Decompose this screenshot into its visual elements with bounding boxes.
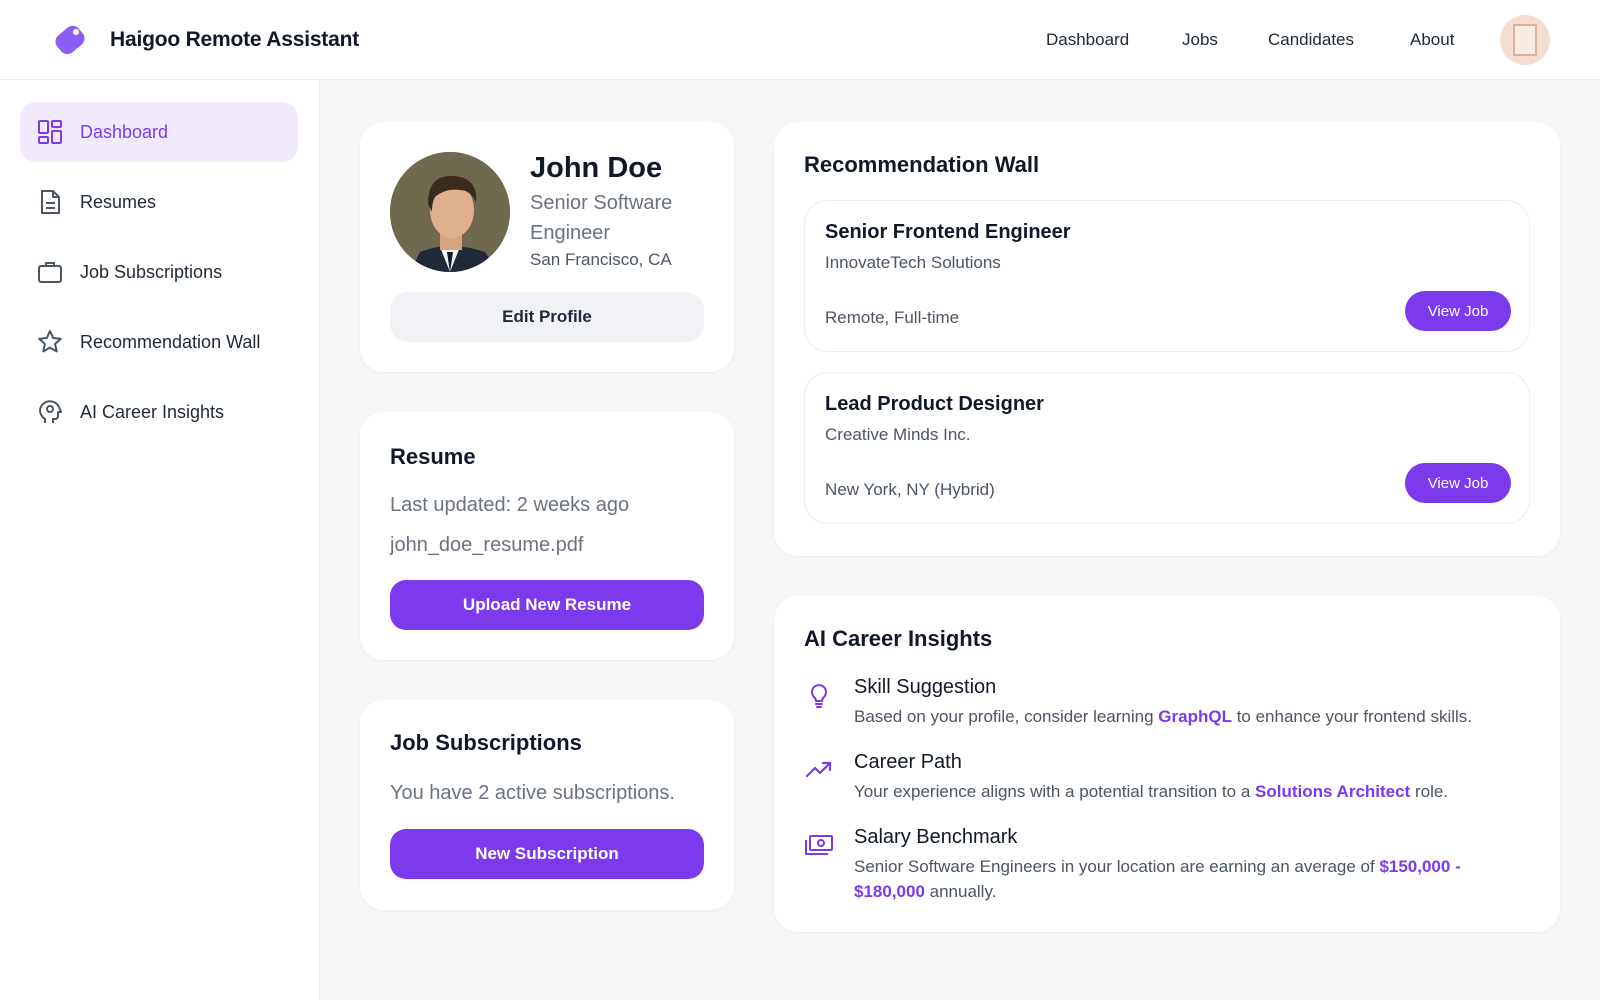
user-avatar[interactable] [1500, 15, 1550, 65]
profile-card: John Doe Senior Software Engineer San Fr… [360, 122, 734, 372]
sidebar-item-dashboard[interactable]: Dashboard [20, 102, 298, 162]
star-icon [38, 330, 62, 353]
insight-highlight: Solutions Architect [1255, 782, 1411, 801]
job-card[interactable]: Senior Frontend Engineer InnovateTech So… [804, 200, 1530, 352]
subscriptions-heading: Job Subscriptions [390, 730, 582, 755]
edit-profile-button[interactable]: Edit Profile [390, 292, 704, 342]
resume-last-updated: Last updated: 2 weeks ago [390, 494, 630, 516]
sidebar-item-recommendation-wall[interactable]: Recommendation Wall [20, 312, 298, 372]
sidebar-item-resumes[interactable]: Resumes [20, 172, 298, 232]
head-gear-icon [39, 400, 62, 423]
insight-highlight: GraphQL [1158, 707, 1232, 726]
view-job-button[interactable]: View Job [1405, 291, 1511, 331]
insight-title: Salary Benchmark [854, 826, 1018, 848]
job-title: Lead Product Designer [825, 393, 1044, 415]
resume-heading: Resume [390, 444, 476, 469]
dashboard-icon [38, 120, 62, 144]
new-subscription-button[interactable]: New Subscription [390, 829, 704, 879]
job-subscriptions-card: Job Subscriptions You have 2 active subs… [360, 700, 734, 910]
subscriptions-status: You have 2 active subscriptions. [390, 782, 675, 804]
tag-logo-icon [50, 20, 90, 60]
job-company: InnovateTech Solutions [825, 253, 1001, 272]
resume-filename[interactable]: john_doe_resume.pdf [390, 534, 583, 557]
insights-heading: AI Career Insights [804, 626, 993, 651]
insight-body: Based on your profile, consider learning… [854, 707, 1472, 726]
lightbulb-icon [811, 684, 827, 708]
job-card[interactable]: Lead Product Designer Creative Minds Inc… [804, 372, 1530, 524]
job-title: Senior Frontend Engineer [825, 221, 1071, 243]
recommendation-wall-card: Recommendation Wall Senior Frontend Engi… [774, 122, 1560, 556]
sidebar-item-label: AI Career Insights [80, 401, 225, 422]
money-icon [805, 835, 833, 855]
avatar-placeholder-icon [1513, 24, 1537, 56]
nav-candidates[interactable]: Candidates [1268, 30, 1354, 50]
top-navbar: Haigoo Remote Assistant Dashboard Jobs C… [0, 0, 1600, 80]
profile-name: John Doe [530, 152, 663, 184]
document-icon [41, 190, 60, 214]
profile-photo [390, 152, 510, 272]
trending-up-icon [805, 761, 832, 778]
insight-title: Skill Suggestion [854, 676, 997, 698]
sidebar-item-label: Resumes [80, 191, 157, 212]
insight-title: Career Path [854, 751, 962, 773]
recommendation-heading: Recommendation Wall [804, 152, 1040, 177]
brand[interactable]: Haigoo Remote Assistant [50, 20, 359, 60]
sidebar: Dashboard Resumes Job Subscriptions Reco… [0, 80, 320, 1000]
resume-card: Resume Last updated: 2 weeks ago john_do… [360, 412, 734, 660]
briefcase-icon [38, 262, 62, 283]
upload-resume-button[interactable]: Upload New Resume [390, 580, 704, 630]
insight-body: Your experience aligns with a potential … [854, 782, 1449, 801]
insight-body: Senior Software Engineers in your locati… [854, 857, 1461, 901]
job-meta: Remote, Full-time [825, 308, 960, 327]
profile-location: San Francisco, CA [530, 250, 672, 269]
nav-dashboard[interactable]: Dashboard [1046, 30, 1129, 50]
job-meta: New York, NY (Hybrid) [825, 480, 995, 499]
sidebar-item-label: Recommendation Wall [80, 331, 261, 352]
view-job-button[interactable]: View Job [1405, 463, 1511, 503]
sidebar-item-ai-career-insights[interactable]: AI Career Insights [20, 382, 298, 442]
job-company: Creative Minds Inc. [825, 425, 971, 444]
profile-title: Senior Software Engineer [530, 192, 673, 244]
sidebar-item-label: Job Subscriptions [80, 261, 223, 282]
nav-about[interactable]: About [1410, 30, 1454, 50]
sidebar-item-label: Dashboard [80, 121, 169, 142]
ai-career-insights-card: AI Career Insights Skill Suggestion Base… [774, 596, 1560, 932]
app-title: Haigoo Remote Assistant [110, 28, 359, 51]
sidebar-item-job-subscriptions[interactable]: Job Subscriptions [20, 242, 298, 302]
nav-jobs[interactable]: Jobs [1182, 30, 1218, 50]
